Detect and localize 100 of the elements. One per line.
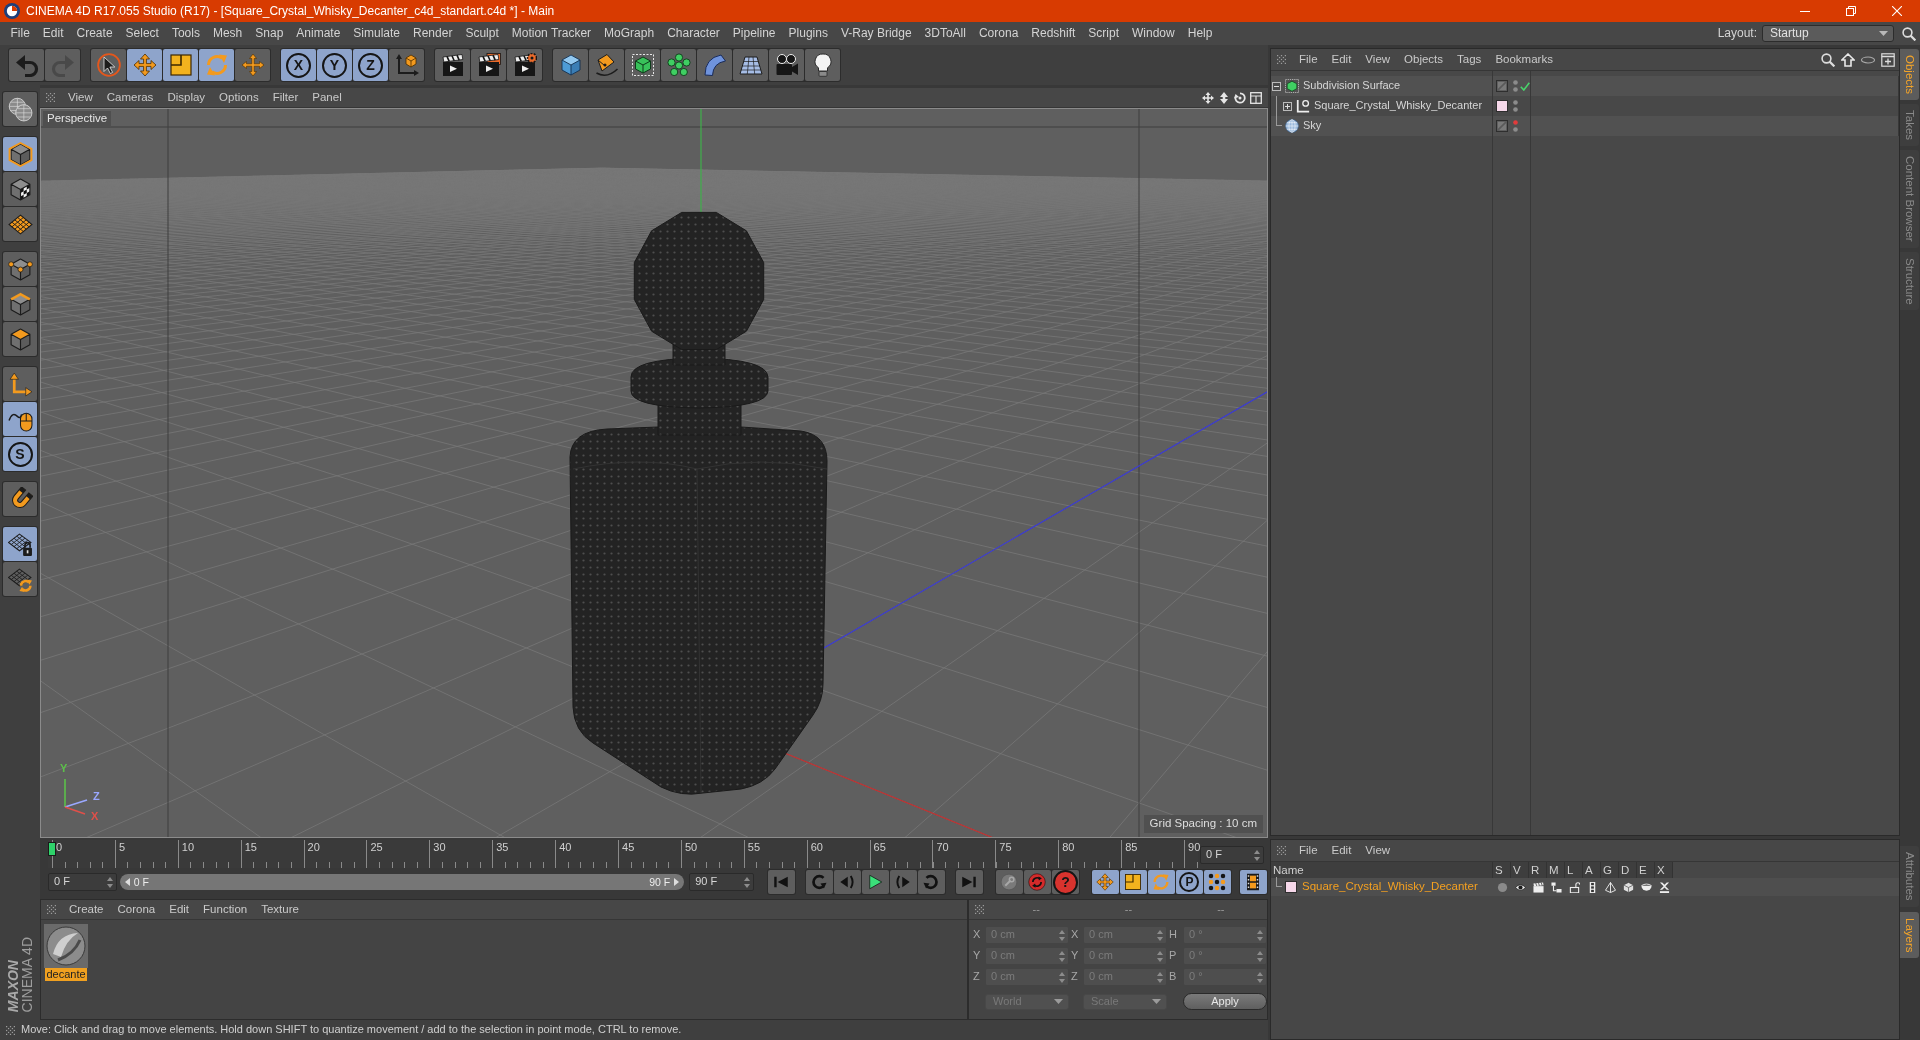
cross-icon[interactable]: [1658, 881, 1670, 893]
menu-item[interactable]: Motion Tracker: [505, 26, 598, 41]
menu-item[interactable]: Options: [212, 90, 266, 105]
search-icon[interactable]: [1821, 52, 1835, 67]
tweak-mode-button[interactable]: [3, 402, 37, 436]
dot-icon[interactable]: [1496, 881, 1508, 893]
edges-mode-button[interactable]: [3, 287, 37, 321]
new-window-icon[interactable]: [1881, 52, 1895, 67]
menu-item[interactable]: Function: [196, 902, 255, 917]
go-to-start-button[interactable]: [768, 870, 795, 894]
menu-item[interactable]: View: [1358, 843, 1398, 858]
3d-viewport[interactable]: Perspective Grid Spacing : 10 cm Y Z X: [40, 108, 1268, 838]
column-header[interactable]: D: [1619, 862, 1637, 878]
cube-icon[interactable]: [1622, 881, 1634, 893]
menu-item[interactable]: Script: [1081, 26, 1126, 41]
expand-icon[interactable]: [1283, 101, 1292, 111]
spinner-icon[interactable]: [744, 876, 750, 888]
next-frame-button[interactable]: [890, 870, 917, 894]
spinner-icon[interactable]: [1254, 849, 1260, 861]
hierarchy-icon[interactable]: [1550, 881, 1562, 893]
menu-item[interactable]: Create: [70, 26, 120, 41]
color-swatch-icon[interactable]: [1285, 881, 1297, 893]
camera-label[interactable]: Perspective: [43, 111, 112, 127]
menu-item[interactable]: Mesh: [206, 26, 249, 41]
menu-item[interactable]: Edit: [1324, 843, 1359, 858]
right-triangle-icon[interactable]: [674, 878, 680, 886]
grip-icon[interactable]: [46, 93, 55, 102]
axis-lock-button[interactable]: Z: [353, 49, 388, 81]
menu-item[interactable]: Corona: [110, 902, 163, 917]
frame-range-track[interactable]: 0 F 90 F: [119, 874, 685, 890]
side-tab[interactable]: Layers: [1900, 911, 1919, 959]
grid-sync-button[interactable]: [3, 562, 37, 596]
maximize-icon[interactable]: [1250, 91, 1262, 104]
menu-item[interactable]: Panel: [305, 90, 349, 105]
cube-button[interactable]: [553, 49, 588, 81]
render-picture-button[interactable]: [471, 49, 506, 81]
camera-button[interactable]: [769, 49, 804, 81]
axis-lock-button[interactable]: X: [281, 49, 316, 81]
light-button[interactable]: [805, 49, 840, 81]
column-header[interactable]: X: [1655, 862, 1673, 878]
scale-button[interactable]: [163, 49, 198, 81]
collapse-icon[interactable]: [1272, 81, 1281, 91]
column-header[interactable]: A: [1583, 862, 1601, 878]
menu-item[interactable]: Snap: [248, 26, 290, 41]
menu-item[interactable]: Help: [1181, 26, 1219, 41]
menu-item[interactable]: Corona: [972, 26, 1025, 41]
workplane-lock-button[interactable]: [3, 527, 37, 561]
side-tab[interactable]: Objects: [1900, 49, 1919, 100]
scale-key-button[interactable]: [1120, 870, 1147, 894]
menu-item[interactable]: Sculpt: [458, 26, 506, 41]
menu-item[interactable]: Texture: [254, 902, 306, 917]
material-name[interactable]: decante: [45, 968, 87, 982]
menu-item[interactable]: Edit: [1324, 52, 1359, 67]
clapperboard-icon[interactable]: [1532, 881, 1544, 893]
point-level-key-button[interactable]: [1204, 870, 1231, 894]
solo-button[interactable]: S: [3, 437, 37, 471]
menu-item[interactable]: Edit: [162, 902, 197, 917]
menu-item[interactable]: MoGraph: [597, 26, 661, 41]
make-editable-button[interactable]: [3, 92, 37, 126]
workplane-mode-button[interactable]: [3, 207, 37, 241]
menu-item[interactable]: Redshift: [1024, 26, 1082, 41]
menu-item[interactable]: Plugins: [782, 26, 835, 41]
live-selection-button[interactable]: [91, 49, 126, 81]
left-triangle-icon[interactable]: [124, 878, 130, 886]
pen-button[interactable]: [589, 49, 624, 81]
menu-item[interactable]: V-Ray Bridge: [834, 26, 919, 41]
parameter-key-button[interactable]: P: [1176, 870, 1203, 894]
menu-item[interactable]: Tags: [1450, 52, 1489, 67]
eye-icon[interactable]: [1514, 881, 1526, 893]
menu-item[interactable]: Character: [660, 26, 727, 41]
menu-item[interactable]: Bookmarks: [1488, 52, 1560, 67]
menu-item[interactable]: View: [61, 90, 100, 105]
menu-item[interactable]: Simulate: [346, 26, 407, 41]
cloner-button[interactable]: [661, 49, 696, 81]
hatched-swatch-icon[interactable]: [1496, 120, 1508, 132]
padlock-icon[interactable]: [1568, 881, 1580, 893]
menu-item[interactable]: Cameras: [99, 90, 161, 105]
menu-item[interactable]: Filter: [265, 90, 306, 105]
menu-item[interactable]: Select: [119, 26, 166, 41]
texture-mode-button[interactable]: [3, 172, 37, 206]
menu-item[interactable]: File: [4, 26, 37, 41]
grip-icon[interactable]: [6, 1025, 15, 1035]
next-key-button[interactable]: [918, 870, 945, 894]
menu-item[interactable]: Display: [160, 90, 213, 105]
points-mode-button[interactable]: [3, 252, 37, 286]
hatched-swatch-icon[interactable]: [1496, 80, 1508, 92]
layout-dropdown[interactable]: Startup: [1762, 25, 1894, 42]
transform-button[interactable]: [235, 49, 270, 81]
grip-icon[interactable]: [47, 905, 56, 914]
checkmark-icon[interactable]: [1520, 81, 1530, 91]
grip-icon[interactable]: [975, 905, 984, 914]
object-name[interactable]: Subdivision Surface: [1303, 79, 1401, 93]
render-settings-button[interactable]: [507, 49, 542, 81]
timeline-ruler[interactable]: 0 5 10 15 20 25 30 35 40 45 50 55 60 65 70 75 80 85 90: [48, 840, 1198, 868]
previous-key-button[interactable]: [806, 870, 833, 894]
visibility-dots-icon[interactable]: [1513, 120, 1518, 132]
axis-mode-button[interactable]: [3, 367, 37, 401]
move-button[interactable]: [127, 49, 162, 81]
vertical-arrows-icon[interactable]: [1218, 91, 1230, 104]
playhead[interactable]: [48, 842, 56, 856]
